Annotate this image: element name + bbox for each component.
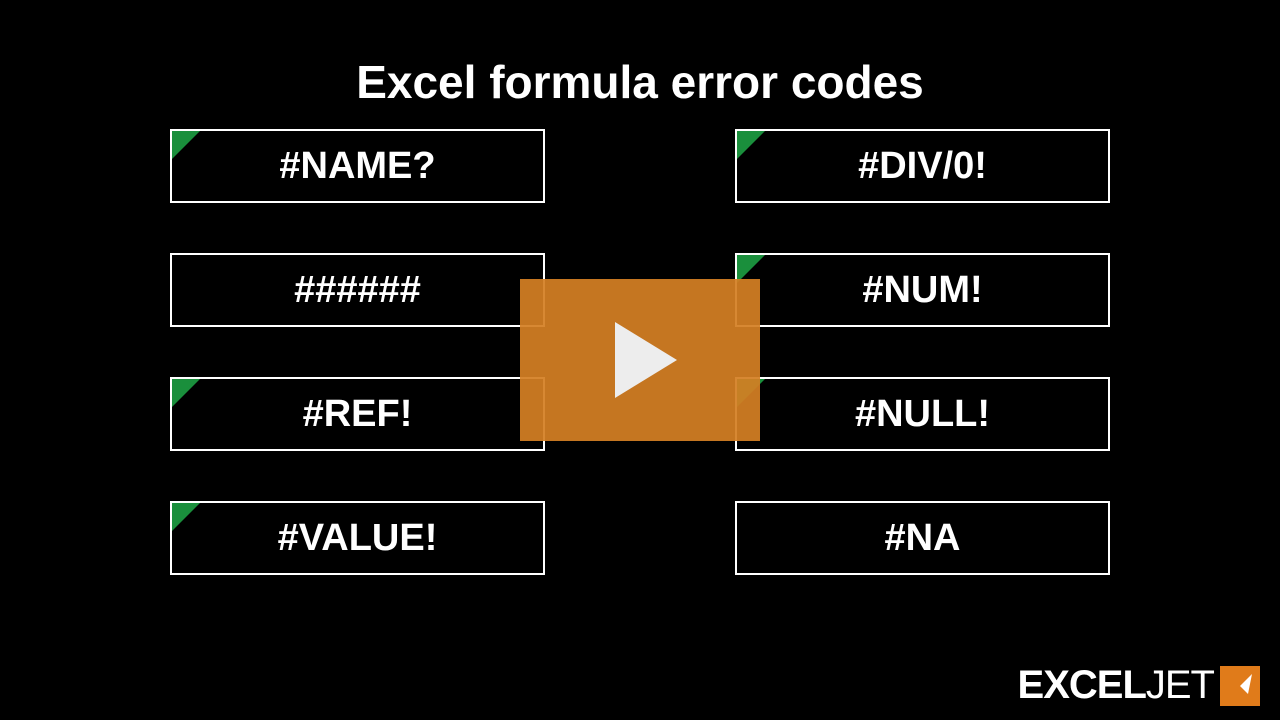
- error-cell-hash: ######: [170, 253, 545, 327]
- page-title: Excel formula error codes: [0, 0, 1280, 129]
- error-label: #NUM!: [862, 269, 982, 312]
- play-icon: [615, 322, 677, 398]
- error-cell-num: #NUM!: [735, 253, 1110, 327]
- error-label: #VALUE!: [278, 517, 438, 560]
- error-flag-icon: [172, 503, 200, 531]
- brand-arrow-icon: [1220, 666, 1260, 706]
- error-label: #REF!: [303, 393, 413, 436]
- brand-text-bold: EXCEL: [1018, 663, 1146, 707]
- error-cell-na: #NA: [735, 501, 1110, 575]
- error-cell-ref: #REF!: [170, 377, 545, 451]
- error-label: #NULL!: [855, 393, 990, 436]
- error-cell-null: #NULL!: [735, 377, 1110, 451]
- play-button[interactable]: [520, 279, 760, 441]
- error-cell-value: #VALUE!: [170, 501, 545, 575]
- brand-text-thin: JET: [1146, 663, 1214, 707]
- error-label: #NA: [884, 517, 960, 560]
- error-label: #DIV/0!: [858, 145, 987, 188]
- brand-logo: EXCELJET: [1018, 663, 1260, 708]
- error-flag-icon: [172, 379, 200, 407]
- error-flag-icon: [172, 131, 200, 159]
- error-flag-icon: [737, 131, 765, 159]
- error-cell-name: #NAME?: [170, 129, 545, 203]
- error-label: #NAME?: [279, 145, 435, 188]
- brand-text: EXCELJET: [1018, 663, 1214, 708]
- error-label: ######: [294, 269, 421, 312]
- error-cell-div0: #DIV/0!: [735, 129, 1110, 203]
